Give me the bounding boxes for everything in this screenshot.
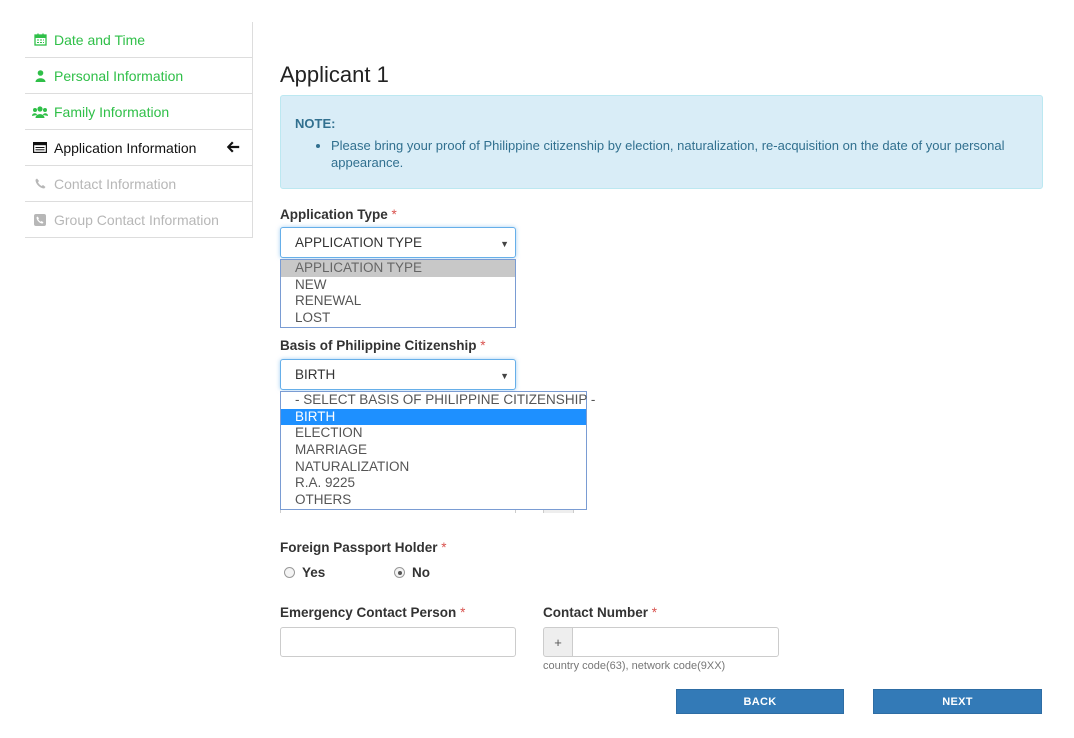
option-ra-9225[interactable]: R.A. 9225: [281, 475, 586, 492]
required-mark: *: [391, 207, 397, 222]
radio-yes[interactable]: Yes: [284, 565, 394, 580]
emergency-contact-label: Emergency Contact Person *: [280, 605, 466, 620]
sidebar: Date and Time Personal Information Famil…: [25, 22, 253, 238]
contact-number-label: Contact Number *: [543, 605, 658, 620]
calendar-icon: [31, 33, 49, 46]
next-button[interactable]: NEXT: [873, 689, 1042, 714]
required-mark: *: [441, 540, 447, 555]
required-mark: *: [480, 338, 486, 353]
plus-prefix-addon: +: [543, 627, 573, 657]
option-naturalization[interactable]: NATURALIZATION: [281, 459, 586, 476]
caret-down-icon: ▼: [500, 239, 509, 249]
caret-down-icon: ▼: [500, 371, 509, 381]
arrow-left-icon: [226, 140, 240, 156]
emergency-contact-input[interactable]: [280, 627, 516, 657]
sidebar-item-label: Date and Time: [54, 31, 146, 48]
contact-number-input[interactable]: [572, 627, 779, 657]
foreign-passport-radio-group: Yes No: [284, 565, 430, 580]
phone-icon: [31, 178, 49, 189]
sidebar-item-label: Personal Information: [54, 67, 184, 84]
back-button[interactable]: BACK: [676, 689, 844, 714]
contact-number-help: country code(63), network code(9XX): [543, 660, 726, 672]
radio-circle[interactable]: [284, 567, 295, 578]
option-others[interactable]: OTHERS: [281, 492, 586, 509]
application-type-label: Application Type *: [280, 207, 397, 222]
note-title: NOTE:: [295, 116, 336, 131]
sidebar-item-label: Application Information: [54, 139, 197, 156]
sidebar-item-application-info[interactable]: Application Information: [25, 130, 252, 166]
option-select-basis[interactable]: - SELECT BASIS OF PHILIPPINE CITIZENSHIP…: [281, 392, 595, 409]
option-election[interactable]: ELECTION: [281, 425, 586, 442]
option-lost[interactable]: LOST: [281, 310, 515, 327]
foreign-passport-label: Foreign Passport Holder *: [280, 540, 447, 555]
sidebar-item-personal-info[interactable]: Personal Information: [25, 58, 252, 94]
sidebar-item-date-time[interactable]: Date and Time: [25, 22, 252, 58]
radio-no[interactable]: No: [394, 565, 430, 580]
citizenship-basis-options[interactable]: - SELECT BASIS OF PHILIPPINE CITIZENSHIP…: [280, 391, 595, 510]
sidebar-item-group-contact-info[interactable]: Group Contact Information: [25, 202, 252, 238]
users-icon: [31, 105, 49, 118]
id-card-icon: [31, 142, 49, 153]
phone-square-icon: [31, 213, 49, 226]
required-mark: *: [651, 605, 658, 620]
option-birth[interactable]: BIRTH: [281, 408, 586, 426]
sidebar-item-label: Family Information: [54, 103, 170, 120]
application-type-select[interactable]: APPLICATION TYPE ▼: [280, 227, 516, 258]
sidebar-item-label: Group Contact Information: [54, 211, 219, 228]
page-title: Applicant 1: [280, 62, 389, 87]
note-text: Please bring your proof of Philippine ci…: [331, 137, 1028, 171]
user-icon: [31, 69, 49, 82]
citizenship-basis-select[interactable]: BIRTH ▼: [280, 359, 516, 390]
option-renewal[interactable]: RENEWAL: [281, 293, 515, 310]
required-mark: *: [460, 605, 466, 620]
sidebar-item-contact-info[interactable]: Contact Information: [25, 166, 252, 202]
option-application-type[interactable]: APPLICATION TYPE: [281, 260, 515, 277]
option-marriage[interactable]: MARRIAGE: [281, 442, 586, 459]
citizenship-basis-label: Basis of Philippine Citizenship *: [280, 338, 486, 353]
sidebar-item-label: Contact Information: [54, 175, 177, 192]
note-alert: NOTE: Please bring your proof of Philipp…: [280, 95, 1043, 189]
application-type-options[interactable]: APPLICATION TYPE NEW RENEWAL LOST: [280, 259, 516, 328]
radio-circle-checked[interactable]: [394, 567, 405, 578]
sidebar-item-family-info[interactable]: Family Information: [25, 94, 252, 130]
option-new[interactable]: NEW: [281, 277, 515, 294]
